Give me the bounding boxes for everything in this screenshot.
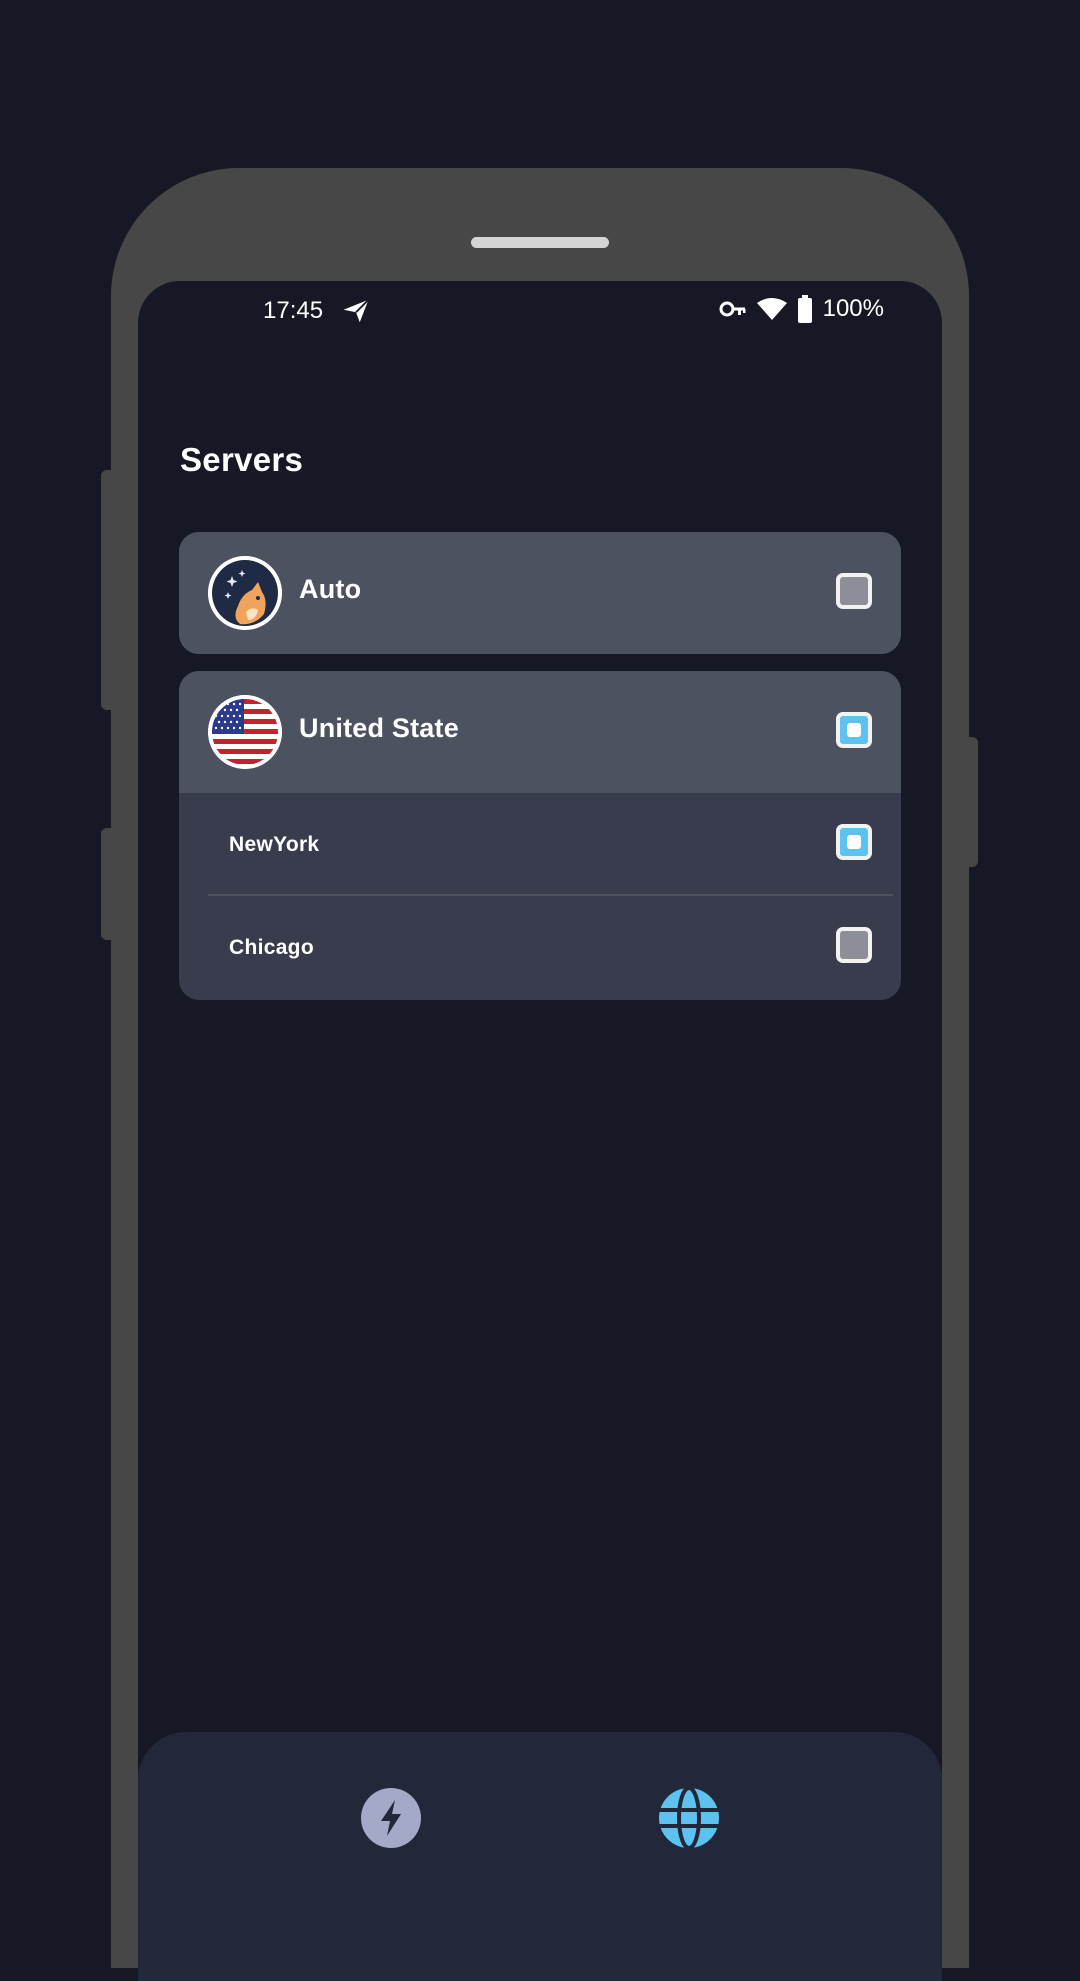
battery-icon [797, 295, 812, 323]
send-icon [343, 299, 370, 323]
app-screen: 17:45 100% Servers Auto United State New… [138, 281, 942, 1981]
checkbox-chicago[interactable] [836, 927, 872, 963]
lightning-icon[interactable] [361, 1788, 421, 1848]
checkbox-united-state[interactable] [836, 712, 872, 748]
speaker-grille [471, 237, 609, 248]
wifi-icon [756, 298, 787, 320]
city-label-chicago: Chicago [229, 936, 314, 959]
bottom-nav [138, 1732, 942, 1981]
power-button [962, 737, 978, 867]
server-row-auto[interactable]: Auto [179, 532, 901, 654]
us-flag-icon [208, 695, 282, 769]
checkbox-newyork[interactable] [836, 824, 872, 860]
page-title: Servers [180, 441, 304, 478]
server-row-united-state[interactable]: United State [179, 671, 901, 793]
server-card-united-state[interactable]: United State NewYork Chicago [179, 671, 901, 1000]
server-label-auto: Auto [299, 574, 362, 604]
city-row-chicago[interactable]: Chicago [179, 896, 901, 999]
volume-button [101, 470, 117, 710]
vpn-key-icon [719, 301, 746, 317]
globe-icon[interactable] [659, 1788, 719, 1848]
server-card-auto[interactable]: Auto [179, 532, 901, 654]
checkbox-auto[interactable] [836, 573, 872, 609]
city-row-newyork[interactable]: NewYork [179, 793, 901, 896]
battery-percent: 100% [822, 295, 884, 322]
status-time: 17:45 [263, 297, 324, 324]
side-button [101, 828, 117, 940]
server-label-united-state: United State [299, 713, 459, 743]
shiba-logo-icon [208, 556, 282, 630]
city-label-newyork: NewYork [229, 833, 320, 856]
status-icons: 100% [719, 295, 884, 323]
